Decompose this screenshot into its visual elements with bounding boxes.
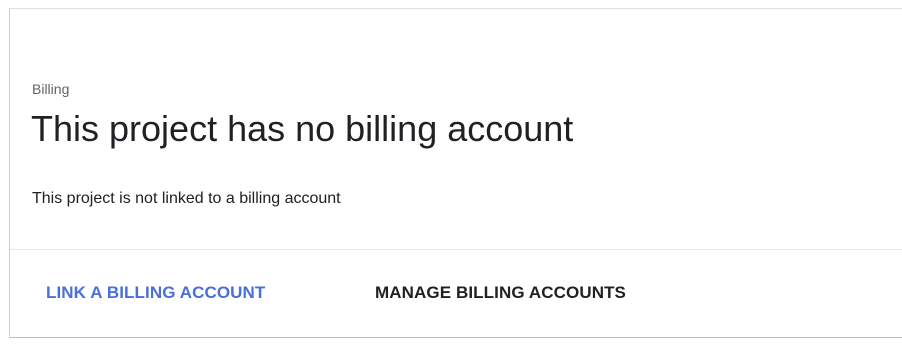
page-subtitle: This project is not linked to a billing … bbox=[32, 190, 341, 207]
section-label: Billing bbox=[32, 81, 70, 97]
manage-billing-accounts-button[interactable]: MANAGE BILLING ACCOUNTS bbox=[375, 283, 626, 303]
page-title: This project has no billing account bbox=[31, 108, 574, 149]
link-billing-account-button[interactable]: LINK A BILLING ACCOUNT bbox=[46, 283, 265, 303]
billing-card: Billing This project has no billing acco… bbox=[9, 8, 902, 338]
action-bar: LINK A BILLING ACCOUNT MANAGE BILLING AC… bbox=[10, 250, 902, 338]
